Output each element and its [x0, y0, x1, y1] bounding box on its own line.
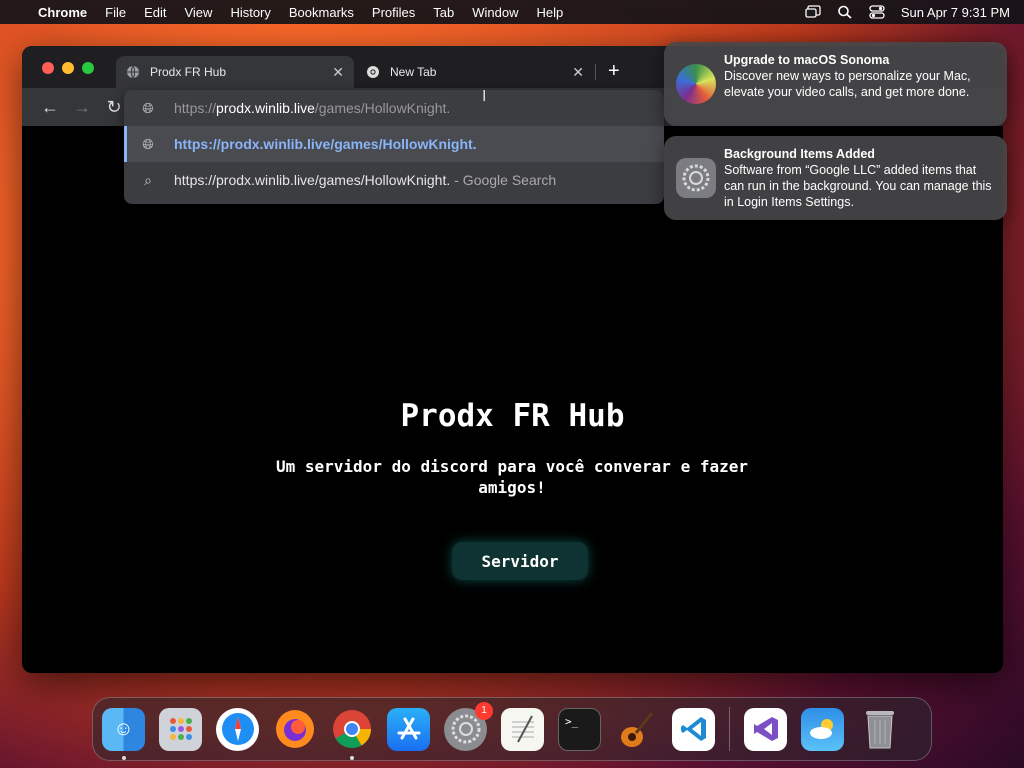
menu-bookmarks[interactable]: Bookmarks — [289, 5, 354, 20]
app-store-icon[interactable] — [387, 707, 430, 751]
suggestion-suffix: - Google Search — [454, 172, 557, 188]
macos-sonoma-icon — [676, 64, 716, 104]
running-indicator — [349, 755, 354, 760]
launchpad-icon[interactable] — [159, 707, 202, 751]
menubar-clock[interactable]: Sun Apr 7 9:31 PM — [901, 5, 1010, 20]
menu-file[interactable]: File — [105, 5, 126, 20]
omnibox-input[interactable]: 🌐︎ https://prodx.winlib.live/games/Hollo… — [124, 90, 664, 126]
menu-edit[interactable]: Edit — [144, 5, 166, 20]
tab-title: New Tab — [390, 65, 437, 79]
omnibox-suggestion-url[interactable]: 🌐︎ https://prodx.winlib.live/games/Hollo… — [124, 126, 664, 162]
close-tab-icon[interactable]: ✕ — [572, 64, 584, 81]
firefox-icon[interactable] — [273, 708, 316, 751]
chrome-icon[interactable] — [330, 708, 373, 760]
menu-window[interactable]: Window — [472, 5, 518, 20]
suggestion-text: https://prodx.winlib.live/games/HollowKn… — [174, 136, 477, 152]
terminal-prompt-icon: >_ — [565, 714, 579, 728]
search-icon: ⌕ — [144, 171, 152, 188]
system-settings-icon — [676, 158, 716, 198]
menu-history[interactable]: History — [230, 5, 270, 20]
omnibox-dropdown: 🌐︎ https://prodx.winlib.live/games/Hollo… — [124, 90, 664, 204]
text-cursor-icon: I — [482, 88, 487, 105]
notification-background-items[interactable]: Background Items Added Software from “Go… — [664, 136, 1007, 220]
notification-title: Upgrade to macOS Sonoma — [724, 53, 890, 67]
globe-icon: 🌐︎ — [142, 99, 154, 116]
globe-icon — [127, 65, 139, 79]
chrome-logo-icon — [367, 66, 379, 78]
zoom-window-button[interactable] — [82, 62, 94, 74]
terminal-icon[interactable]: >_ — [558, 707, 601, 751]
menu-bar: Chrome File Edit View History Bookmarks … — [0, 0, 1024, 24]
back-arrow-icon[interactable]: ← — [34, 97, 66, 118]
menu-view[interactable]: View — [184, 5, 212, 20]
minimize-window-button[interactable] — [62, 62, 74, 74]
weather-icon[interactable] — [801, 707, 844, 751]
menu-profiles[interactable]: Profiles — [372, 5, 415, 20]
servidor-button[interactable]: Servidor — [452, 542, 588, 580]
safari-icon[interactable] — [216, 707, 259, 751]
suggestion-text: https://prodx.winlib.live/games/HollowKn… — [174, 172, 451, 188]
menubar-status-area: Sun Apr 7 9:31 PM — [805, 5, 1010, 20]
notification-sonoma[interactable]: Upgrade to macOS Sonoma Discover new way… — [664, 42, 1007, 126]
notification-body: Discover new ways to personalize your Ma… — [724, 69, 971, 99]
textedit-icon[interactable] — [501, 707, 544, 751]
url-host: prodx.winlib.live — [216, 100, 315, 116]
tab-prodx-fr-hub[interactable]: Prodx FR Hub ✕ — [116, 56, 354, 88]
menu-app-name[interactable]: Chrome — [38, 5, 87, 20]
page-title: Prodx FR Hub — [400, 398, 625, 434]
url-path: /games/HollowKnight. — [314, 100, 451, 116]
tab-separator — [595, 64, 596, 80]
omnibox-url-text: https://prodx.winlib.live/games/HollowKn… — [174, 100, 450, 116]
url-scheme: https:// — [174, 100, 217, 116]
page-subtitle: Um servidor do discord para você convera… — [275, 457, 748, 497]
globe-icon: 🌐︎ — [142, 135, 154, 152]
visual-studio-icon[interactable] — [744, 707, 787, 751]
menu-tab[interactable]: Tab — [433, 5, 454, 20]
tab-title: Prodx FR Hub — [150, 65, 227, 79]
notification-title: Background Items Added — [724, 147, 875, 161]
dock-separator — [729, 707, 730, 751]
garageband-icon[interactable] — [615, 708, 658, 751]
notification-body: Software from “Google LLC” added items t… — [724, 163, 992, 209]
forward-arrow-icon[interactable]: → — [66, 97, 98, 118]
spotlight-search-icon[interactable] — [837, 5, 853, 19]
menu-help[interactable]: Help — [537, 5, 564, 20]
new-tab-plus-icon[interactable]: + — [608, 60, 620, 83]
tab-new-tab[interactable]: New Tab ✕ — [356, 56, 594, 88]
close-window-button[interactable] — [42, 62, 54, 74]
close-tab-icon[interactable]: ✕ — [332, 64, 344, 81]
omnibox-suggestion-search[interactable]: ⌕ https://prodx.winlib.live/games/Hollow… — [124, 162, 664, 198]
notification-badge: 1 — [475, 701, 493, 720]
control-center-icon[interactable] — [869, 5, 885, 19]
dock: ☺ 1 >_ — [92, 697, 932, 761]
finder-icon[interactable]: ☺ — [102, 707, 145, 760]
window-controls — [42, 62, 94, 74]
vscode-icon[interactable] — [672, 707, 715, 751]
running-indicator — [121, 755, 126, 760]
trash-icon[interactable] — [858, 708, 901, 751]
system-settings-dock-icon[interactable]: 1 — [444, 701, 493, 751]
screen-mirroring-icon[interactable] — [805, 5, 821, 19]
